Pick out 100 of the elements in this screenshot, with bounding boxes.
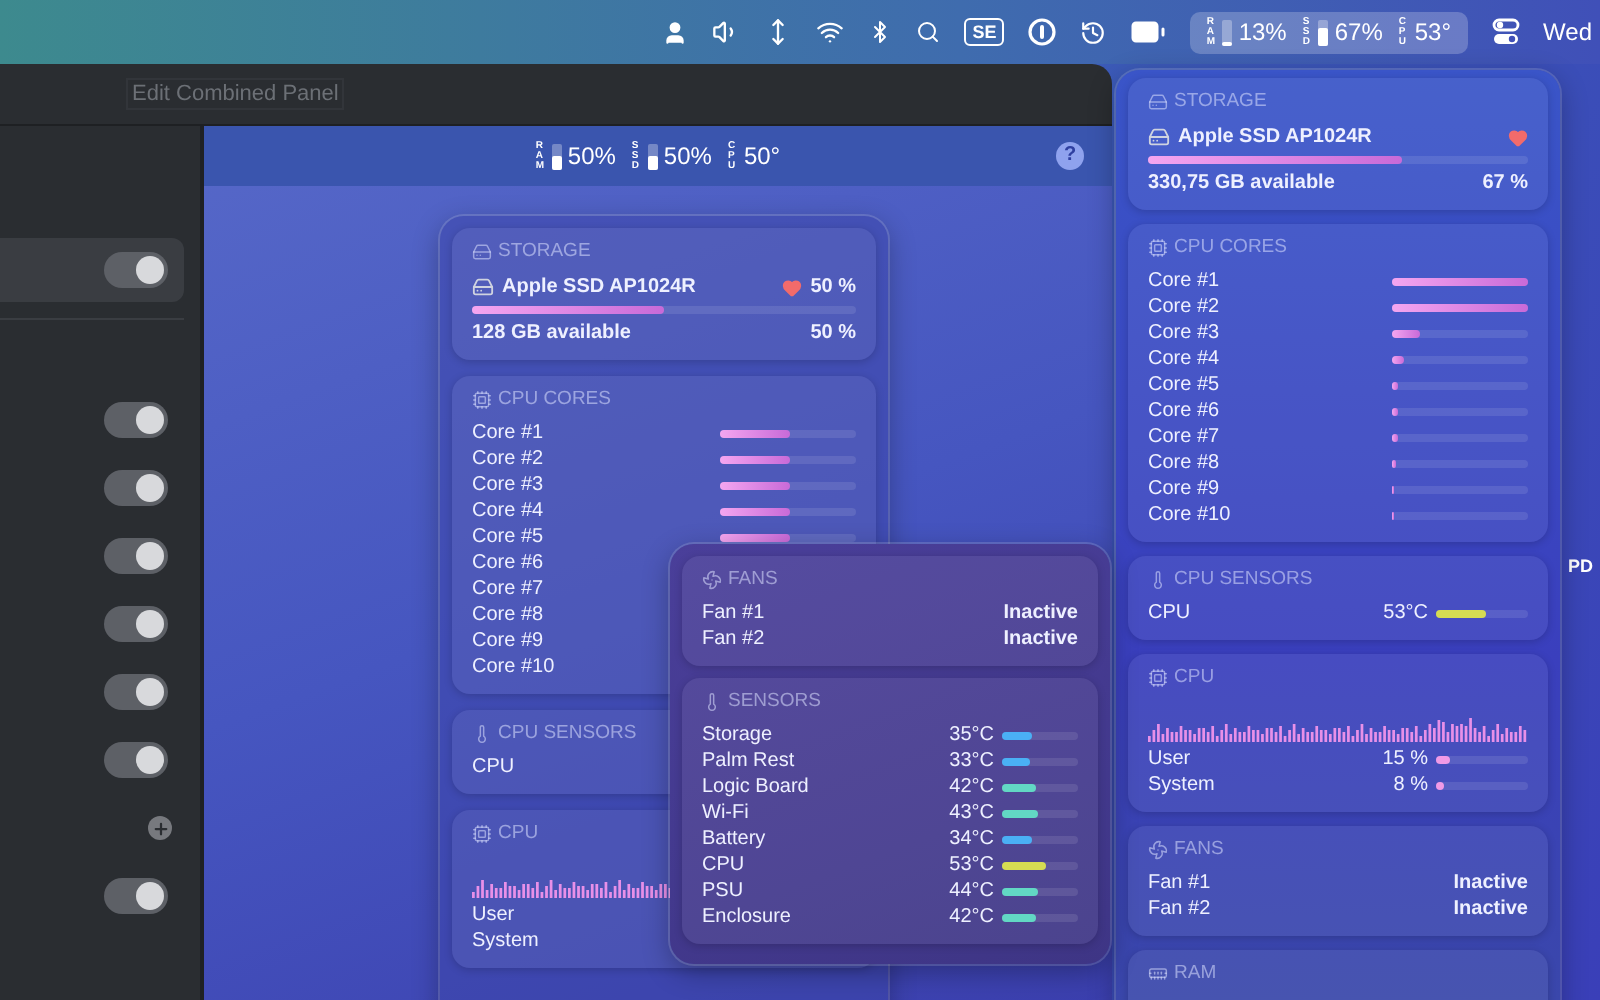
row-value: 53°C — [949, 854, 994, 876]
card-title: CPU CORES — [498, 388, 611, 410]
row-label: Core #10 — [1148, 504, 1231, 526]
row-value: 34°C — [949, 828, 994, 850]
row-label: Core #7 — [1148, 426, 1220, 448]
row-label: Core #3 — [472, 474, 544, 496]
clock-history-icon[interactable] — [1080, 19, 1107, 45]
row-label: Core #9 — [472, 630, 544, 652]
row-label: System — [1148, 774, 1215, 796]
row-label: CPU — [472, 756, 515, 778]
row-value: 44°C — [949, 880, 994, 902]
drive-name: Apple SSD AP1024R — [502, 276, 696, 298]
row-label: User — [1148, 748, 1191, 770]
toggle-switch[interactable] — [104, 674, 168, 710]
toggle-switch[interactable] — [104, 252, 168, 288]
card-title: CPU SENSORS — [1174, 568, 1313, 590]
toggle-switch[interactable] — [104, 742, 168, 778]
fan-icon — [702, 569, 722, 589]
row-label: Fan #1 — [1148, 872, 1211, 894]
stat-value: 53° — [1414, 18, 1452, 46]
toggle-switch[interactable] — [104, 470, 168, 506]
row-label: Core #5 — [472, 526, 544, 548]
user-icon[interactable] — [662, 19, 689, 45]
row-label: Core #8 — [472, 604, 544, 626]
add-button[interactable] — [148, 816, 172, 840]
sidebar-row[interactable] — [0, 238, 184, 302]
row-label: CPU — [702, 854, 745, 876]
row-label: Core #6 — [472, 552, 544, 574]
search-icon[interactable] — [916, 20, 941, 44]
row-label: Core #2 — [1148, 296, 1220, 318]
row-label: Core #3 — [1148, 322, 1220, 344]
row-label: Core #7 — [472, 578, 544, 600]
row-value: 42°C — [949, 776, 994, 798]
row-label: Core #10 — [472, 656, 555, 678]
status-text: Inactive — [1453, 872, 1528, 894]
thermometer-icon — [1148, 569, 1168, 589]
card-title: CPU — [1174, 666, 1215, 688]
status-text: Inactive — [1003, 628, 1078, 650]
heart-icon — [1508, 127, 1528, 147]
memory-icon — [1148, 963, 1168, 983]
help-button[interactable]: ? — [1056, 142, 1084, 170]
toggle-switch[interactable] — [104, 538, 168, 574]
menu-bar-clock[interactable]: Wed — [1543, 18, 1592, 46]
row-label: Fan #2 — [1148, 898, 1211, 920]
status-text: Inactive — [1003, 602, 1078, 624]
thermometer-icon — [702, 691, 722, 711]
card-title: FANS — [1174, 838, 1224, 860]
available-text: 128 GB available — [472, 322, 631, 344]
chip-icon — [472, 823, 492, 843]
drive-icon — [1148, 91, 1168, 111]
card-title: RAM — [1174, 962, 1217, 984]
row-label: Enclosure — [702, 906, 791, 928]
fan-icon — [1148, 839, 1168, 859]
row-value: 33°C — [949, 750, 994, 772]
row-label: Core #9 — [1148, 478, 1220, 500]
card-title: STORAGE — [498, 240, 591, 262]
available-text: 330,75 GB available — [1148, 172, 1335, 194]
row-label: Core #4 — [1148, 348, 1220, 370]
chip-icon — [1148, 237, 1168, 257]
row-label: Fan #1 — [702, 602, 765, 624]
thermometer-icon — [472, 723, 492, 743]
heart-icon — [782, 277, 803, 297]
card-title: CPU SENSORS — [498, 722, 637, 744]
keyboard-input-badge[interactable]: SE — [964, 18, 1005, 46]
card-title: SENSORS — [728, 690, 821, 712]
toggle-switch[interactable] — [104, 606, 168, 642]
percent-value: 67 % — [1482, 172, 1528, 194]
row-label: Core #2 — [472, 448, 544, 470]
drive-name: Apple SSD AP1024R — [1178, 126, 1372, 148]
row-label: Core #8 — [1148, 452, 1220, 474]
row-label: System — [472, 930, 539, 952]
row-label: Wi-Fi — [702, 802, 749, 824]
row-label: Core #4 — [472, 500, 544, 522]
row-label: Core #6 — [1148, 400, 1220, 422]
stat-value: 50° — [743, 142, 781, 170]
card-title: FANS — [728, 568, 778, 590]
row-value: 53°C — [1383, 602, 1428, 624]
row-label: Logic Board — [702, 776, 809, 798]
row-label: Core #1 — [1148, 270, 1220, 292]
row-value: 35°C — [949, 724, 994, 746]
row-label: Core #1 — [472, 422, 544, 444]
chip-icon — [1148, 667, 1168, 687]
row-label: User — [472, 904, 515, 926]
percent-value: 50 % — [810, 322, 856, 344]
control-center-icon[interactable] — [1491, 18, 1520, 46]
stat-value: 50% — [663, 142, 712, 170]
password-manager-icon[interactable] — [1028, 18, 1057, 46]
row-value: 15 % — [1382, 748, 1428, 770]
row-value: 43°C — [949, 802, 994, 824]
row-label: PSU — [702, 880, 744, 902]
wifi-icon[interactable] — [816, 18, 845, 46]
card-title: CPU — [498, 822, 539, 844]
row-label: Fan #2 — [702, 628, 765, 650]
chip-icon — [472, 389, 492, 409]
toggle-switch[interactable] — [104, 878, 168, 914]
desktop-label: PD — [1568, 556, 1594, 576]
row-label: Palm Rest — [702, 750, 795, 772]
row-label: Storage — [702, 724, 773, 746]
toggle-switch[interactable] — [104, 402, 168, 438]
status-text: Inactive — [1453, 898, 1528, 920]
